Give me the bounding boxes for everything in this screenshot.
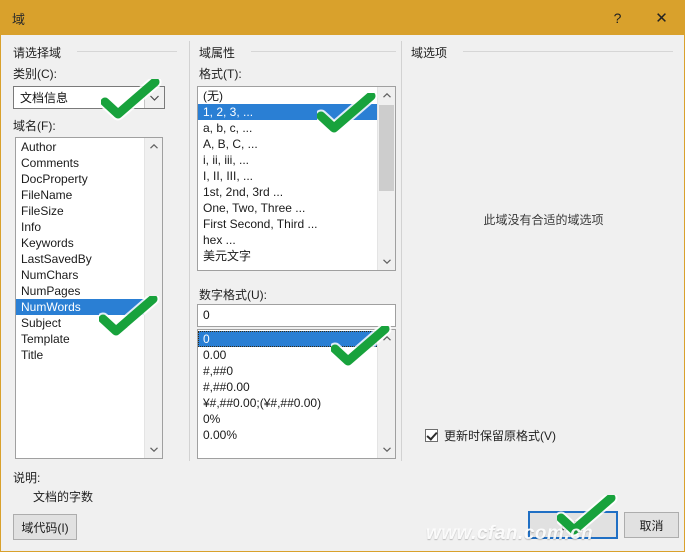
list-item[interactable]: Author: [16, 139, 144, 155]
help-icon[interactable]: ?: [595, 1, 640, 34]
list-item[interactable]: #,##0.00: [198, 379, 377, 395]
list-item[interactable]: (无): [198, 88, 377, 104]
separator-right: [401, 41, 402, 461]
list-item[interactable]: I, II, III, ...: [198, 168, 377, 184]
list-item[interactable]: First Second, Third ...: [198, 216, 377, 232]
watermark: www.cfan.com.cn: [426, 523, 594, 544]
scroll-up-icon[interactable]: [145, 138, 162, 155]
window-title: 域: [12, 12, 26, 27]
number-format-items[interactable]: 0 0.00 #,##0 #,##0.00 ¥#,##0.00;(¥#,##0.00) 0…: [198, 330, 377, 458]
field-dialog: 域 ? ✕ 请选择域 域属性 域选项 类别(C): 文档信息 域名(F): Au…: [0, 0, 685, 552]
list-item[interactable]: A, B, C, ...: [198, 136, 377, 152]
list-item[interactable]: 1st, 2nd, 3rd ...: [198, 184, 377, 200]
number-format-listbox[interactable]: 0 0.00 #,##0 #,##0.00 ¥#,##0.00;(¥#,##0.00) 0…: [197, 329, 396, 459]
list-item[interactable]: Info: [16, 219, 144, 235]
list-item[interactable]: 0.00: [198, 347, 377, 363]
list-item[interactable]: Subject: [16, 315, 144, 331]
number-format-label: 数字格式(U):: [199, 288, 267, 302]
list-item[interactable]: Template: [16, 331, 144, 347]
format-listbox[interactable]: (无) 1, 2, 3, ... a, b, c, ... A, B, C, ... i…: [197, 86, 396, 271]
preserve-formatting-label: 更新时保留原格式(V): [444, 429, 556, 443]
list-item[interactable]: 0: [198, 331, 377, 347]
group-label-field-properties: 域属性: [199, 44, 242, 61]
list-item[interactable]: ¥#,##0.00;(¥#,##0.00): [198, 395, 377, 411]
list-item[interactable]: NumChars: [16, 267, 144, 283]
checkbox-indicator[interactable]: [425, 429, 438, 442]
field-names-items[interactable]: Author Comments DocProperty FileName FileSiz…: [16, 138, 144, 458]
group-label-field-options: 域选项: [411, 44, 454, 61]
list-item[interactable]: 0%: [198, 411, 377, 427]
group-line-field-options: [463, 51, 673, 52]
preserve-formatting-checkbox[interactable]: 更新时保留原格式(V): [425, 427, 556, 444]
description-label: 说明:: [13, 471, 41, 485]
field-options-empty-message: 此域没有合适的域选项: [483, 213, 604, 227]
field-names-scrollbar[interactable]: [144, 138, 162, 458]
scroll-down-icon[interactable]: [145, 441, 162, 458]
scroll-up-icon[interactable]: [378, 330, 395, 347]
number-format-scrollbar[interactable]: [377, 330, 395, 458]
description-text: 文档的字数: [33, 490, 94, 504]
format-scrollbar-thumb[interactable]: [379, 105, 394, 191]
list-item[interactable]: FileName: [16, 187, 144, 203]
format-label: 格式(T):: [199, 67, 242, 81]
list-item[interactable]: NumWords: [16, 299, 144, 315]
format-scrollbar[interactable]: [377, 87, 395, 270]
group-label-select-field: 请选择域: [13, 44, 68, 61]
list-item[interactable]: NumPages: [16, 283, 144, 299]
category-label: 类别(C):: [13, 67, 57, 81]
field-names-listbox[interactable]: Author Comments DocProperty FileName FileSiz…: [15, 137, 163, 459]
category-value: 文档信息: [20, 91, 69, 105]
list-item[interactable]: 0.00%: [198, 427, 377, 443]
category-combobox[interactable]: 文档信息: [13, 86, 165, 109]
list-item[interactable]: Comments: [16, 155, 144, 171]
field-names-label: 域名(F):: [13, 119, 56, 133]
list-item[interactable]: 1, 2, 3, ...: [198, 104, 377, 120]
list-item[interactable]: Title: [16, 347, 144, 363]
list-item[interactable]: a, b, c, ...: [198, 120, 377, 136]
list-item[interactable]: 美元文字: [198, 248, 377, 264]
list-item[interactable]: #,##0: [198, 363, 377, 379]
title-bar: 域 ? ✕: [1, 1, 684, 35]
list-item[interactable]: LastSavedBy: [16, 251, 144, 267]
field-codes-button[interactable]: 域代码(I): [13, 514, 77, 540]
number-format-input[interactable]: 0: [197, 304, 396, 327]
format-items[interactable]: (无) 1, 2, 3, ... a, b, c, ... A, B, C, ... i…: [198, 87, 377, 270]
list-item[interactable]: Keywords: [16, 235, 144, 251]
list-item[interactable]: One, Two, Three ...: [198, 200, 377, 216]
list-item[interactable]: hex ...: [198, 232, 377, 248]
scroll-down-icon[interactable]: [378, 253, 395, 270]
close-icon[interactable]: ✕: [639, 1, 684, 34]
list-item[interactable]: i, ii, iii, ...: [198, 152, 377, 168]
scroll-down-icon[interactable]: [378, 441, 395, 458]
group-line-field-properties: [251, 51, 396, 52]
separator-left: [189, 41, 190, 461]
cancel-button[interactable]: 取消: [624, 512, 679, 538]
list-item[interactable]: FileSize: [16, 203, 144, 219]
list-item[interactable]: DocProperty: [16, 171, 144, 187]
chevron-down-icon[interactable]: [144, 87, 164, 108]
scroll-up-icon[interactable]: [378, 87, 395, 104]
group-line-select-field: [77, 51, 177, 52]
